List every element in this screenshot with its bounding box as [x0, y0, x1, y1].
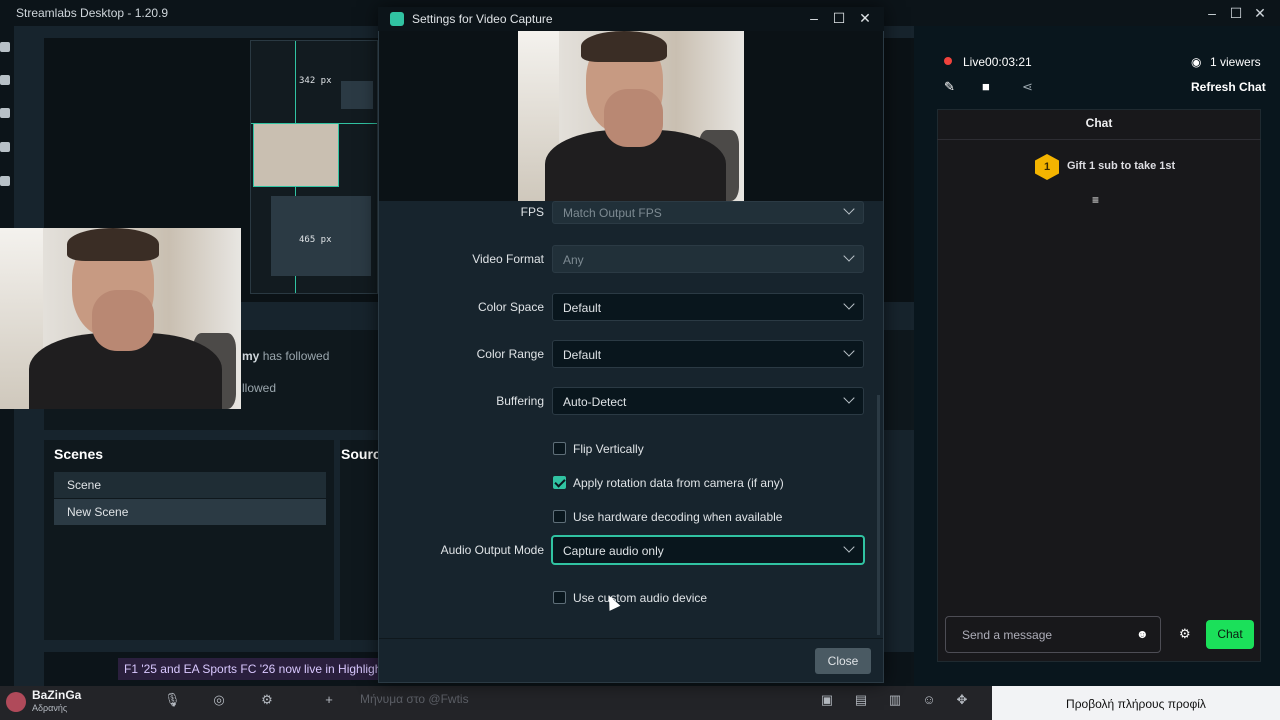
emoji-icon[interactable]: ☻: [1136, 627, 1149, 641]
chevron-down-icon: [843, 203, 855, 215]
chat-input[interactable]: Send a message: [945, 616, 1161, 653]
studio-preview-thumbnail: 342 px 465 px: [250, 40, 378, 294]
dialog-scrollbar[interactable]: [877, 395, 880, 635]
event-item: llowed: [242, 381, 277, 395]
maximize-icon[interactable]: ☐: [1226, 4, 1246, 22]
gift-icon[interactable]: ▣: [820, 693, 834, 707]
gear-icon[interactable]: ⚙: [1179, 626, 1191, 642]
hardware-decoding-label[interactable]: Use hardware decoding when available: [573, 510, 782, 524]
flip-vertically-checkbox[interactable]: [553, 442, 566, 455]
chevron-down-icon: [843, 250, 855, 262]
divider: [937, 139, 1261, 140]
collapse-icon[interactable]: ≡: [1092, 193, 1099, 207]
add-icon[interactable]: +: [322, 693, 336, 707]
measure-top-label: 342 px: [299, 76, 332, 86]
chat-send-button[interactable]: Chat: [1206, 620, 1254, 649]
hardware-decoding-checkbox[interactable]: [553, 510, 566, 523]
buffering-select[interactable]: Auto-Detect: [552, 387, 864, 415]
themes-nav-icon[interactable]: [0, 75, 10, 85]
pencil-icon[interactable]: ✎: [944, 79, 955, 95]
audio-output-mode-select[interactable]: Capture audio only: [552, 536, 864, 564]
microphone-icon[interactable]: 🎙: [164, 693, 181, 707]
avatar[interactable]: [6, 692, 26, 712]
chevron-down-icon: [843, 345, 855, 357]
camera-icon[interactable]: ■: [982, 79, 990, 94]
custom-audio-device-label[interactable]: Use custom audio device: [573, 591, 707, 605]
viewer-count: 1 viewers: [1210, 55, 1261, 69]
sources-header: Sourc: [341, 446, 381, 462]
discord-message-input[interactable]: Μήνυμα στο @Fwtis: [360, 692, 469, 706]
video-format-select: Any: [552, 245, 864, 273]
scenes-panel: [44, 440, 334, 640]
apps-icon[interactable]: ✥: [955, 693, 969, 707]
fps-select: Match Output FPS: [552, 201, 864, 224]
editor-nav-icon[interactable]: [0, 42, 10, 52]
video-capture-preview: [518, 31, 744, 201]
headphones-icon[interactable]: ◎: [212, 693, 226, 707]
live-indicator-icon: [944, 57, 952, 65]
gif-icon[interactable]: ▤: [854, 693, 868, 707]
maximize-icon[interactable]: ☐: [830, 9, 848, 27]
sticker-icon[interactable]: ▥: [888, 693, 902, 707]
measure-bottom-label: 465 px: [299, 235, 332, 245]
chevron-down-icon: [843, 392, 855, 404]
minimize-icon[interactable]: –: [805, 9, 823, 27]
scene-item-active[interactable]: New Scene: [54, 499, 326, 525]
color-range-label: Color Range: [476, 347, 544, 361]
event-item: my has followed: [242, 349, 330, 363]
chevron-down-icon: [843, 541, 855, 553]
discord-username: BaZinGa: [32, 688, 82, 702]
chat-panel: [937, 109, 1261, 662]
divider: [379, 638, 883, 639]
color-space-label: Color Space: [477, 300, 544, 314]
flip-vertically-label[interactable]: Flip Vertically: [573, 442, 644, 456]
store-nav-icon[interactable]: [0, 108, 10, 118]
highlighter-nav-icon[interactable]: [0, 176, 10, 186]
color-range-select[interactable]: Default: [552, 340, 864, 368]
audio-output-mode-label: Audio Output Mode: [440, 543, 544, 557]
share-icon[interactable]: ⋖: [1022, 79, 1033, 95]
refresh-chat-button[interactable]: Refresh Chat: [1191, 80, 1266, 94]
custom-audio-device-checkbox[interactable]: [553, 591, 566, 604]
close-icon[interactable]: ✕: [856, 9, 874, 27]
fps-label: FPS: [520, 205, 544, 219]
minimize-icon[interactable]: –: [1202, 4, 1222, 22]
dialog-title: Settings for Video Capture: [412, 12, 553, 26]
streamlabs-logo-icon: [390, 12, 404, 26]
chat-title: Chat: [1085, 116, 1113, 130]
scenes-header: Scenes: [54, 446, 104, 462]
view-full-profile-button[interactable]: Προβολή πλήρους προφίλ: [992, 686, 1280, 720]
eye-icon: ◉: [1191, 55, 1202, 69]
settings-icon[interactable]: ⚙: [260, 693, 274, 707]
close-button[interactable]: Close: [815, 648, 871, 674]
sources-panel: [340, 440, 380, 640]
color-space-select[interactable]: Default: [552, 293, 864, 321]
app-title: Streamlabs Desktop - 1.20.9: [16, 6, 169, 20]
buffering-label: Buffering: [496, 394, 544, 408]
apply-rotation-checkbox[interactable]: [553, 476, 566, 489]
apply-rotation-label[interactable]: Apply rotation data from camera (if any): [573, 476, 784, 490]
discord-status: Αδρανής: [32, 703, 68, 713]
live-status: Live00:03:21: [963, 55, 1032, 69]
news-ticker[interactable]: F1 '25 and EA Sports FC '26 now live in …: [118, 658, 380, 680]
emoji-picker-icon[interactable]: ☺: [922, 693, 936, 707]
chevron-down-icon: [843, 298, 855, 310]
webcam-source[interactable]: [0, 228, 241, 409]
close-icon[interactable]: ✕: [1250, 4, 1270, 22]
video-format-label: Video Format: [472, 252, 544, 266]
gift-prompt[interactable]: Gift 1 sub to take 1st: [1067, 160, 1175, 172]
layout-nav-icon[interactable]: [0, 142, 10, 152]
scene-item[interactable]: Scene: [54, 472, 326, 498]
